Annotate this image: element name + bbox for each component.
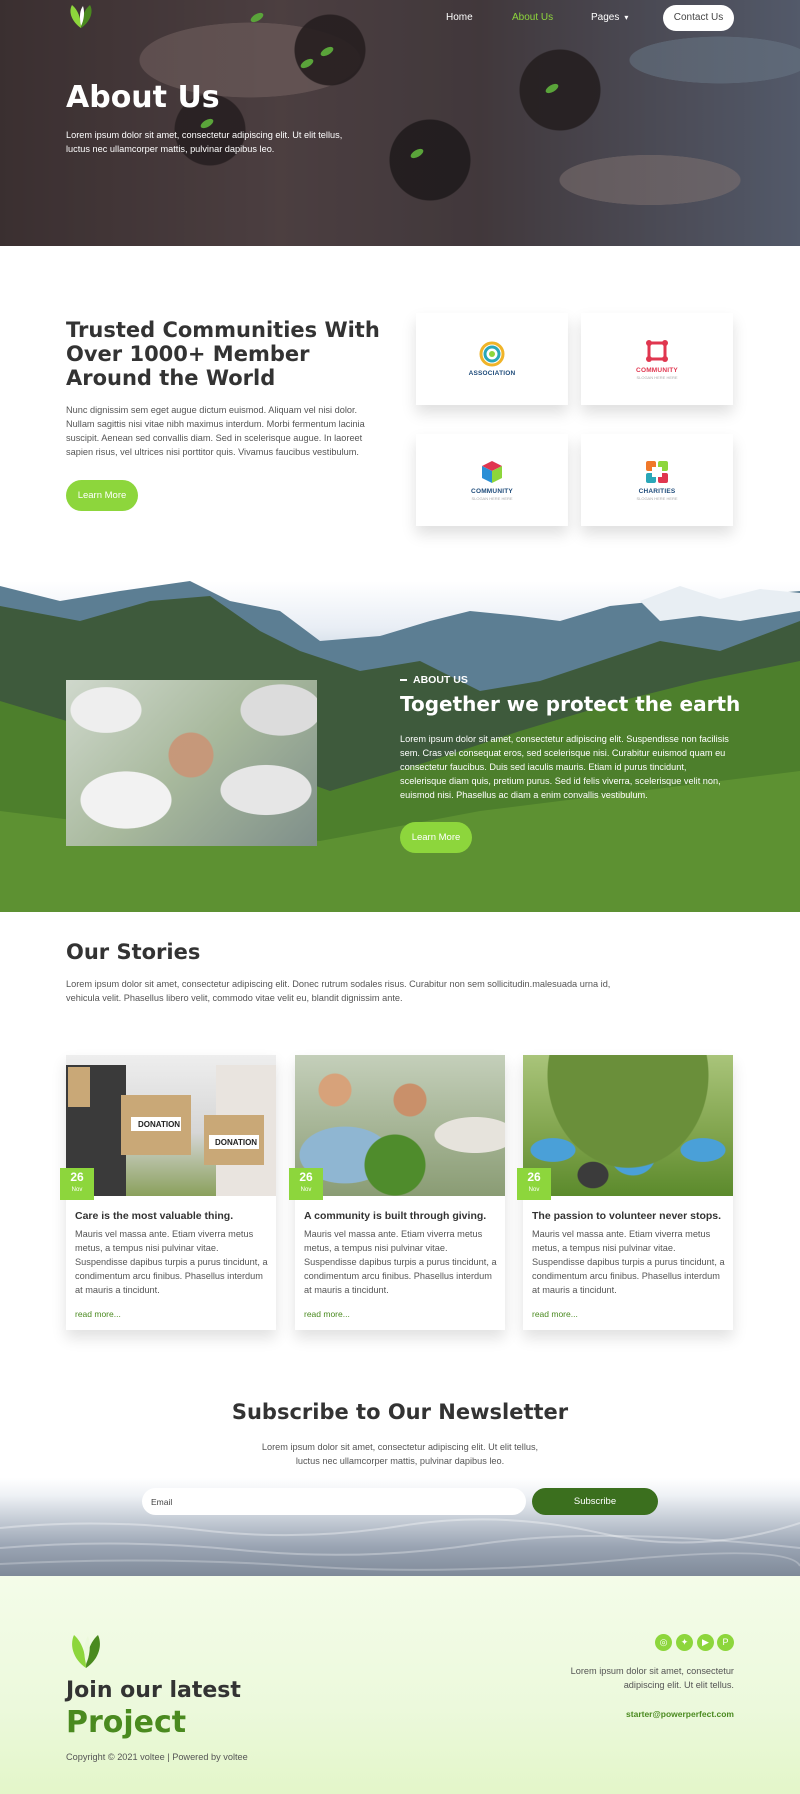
donation-photo: DONATION DONATION [66, 1055, 276, 1196]
leaf-logo-icon[interactable] [66, 2, 96, 30]
footer-heading-line1: Join our latest [66, 1678, 241, 1703]
association-logo-icon [479, 341, 505, 367]
card-text: Mauris vel massa ante. Etiam viverra met… [532, 1229, 725, 1295]
volunteers-photo [523, 1055, 733, 1196]
community-logo-icon [646, 340, 668, 362]
date-month: Nov [528, 1187, 540, 1193]
story-card[interactable]: 26 Nov A community is built through givi… [289, 1055, 505, 1330]
learn-more-button-2[interactable]: Learn More [400, 822, 472, 853]
youtube-icon[interactable]: ▶ [697, 1634, 714, 1651]
cube-logo-icon [482, 461, 502, 483]
dribbble-icon[interactable]: ◎ [655, 1634, 672, 1651]
date-badge: 26 Nov [517, 1168, 551, 1200]
footer-email-link[interactable]: starter@powerperfect.com [530, 1709, 734, 1719]
earth-text: Lorem ipsum dolor sit amet, consectetur … [400, 734, 729, 800]
donation-label: DONATION [138, 1120, 181, 1129]
leaf-decoration [319, 44, 335, 59]
nav-about[interactable]: About Us [512, 12, 553, 23]
planting-photo [295, 1055, 505, 1196]
date-month: Nov [71, 1187, 83, 1193]
date-badge: 26 Nov [289, 1168, 323, 1200]
partner-logo-charities[interactable]: CHARITIES SLOGAN HERE HERE [581, 434, 733, 526]
trusted-text: Nunc dignissim sem eget augue dictum eui… [66, 405, 365, 457]
nav-pages[interactable]: Pages ▾ [591, 12, 628, 23]
partner-logo-community-cube[interactable]: COMMUNITY SLOGAN HERE HERE [416, 434, 568, 526]
earth-title: Together we protect the earth [400, 692, 741, 716]
logo-name: COMMUNITY [471, 488, 513, 495]
card-title[interactable]: A community is built through giving. [304, 1210, 499, 1222]
email-input[interactable] [142, 1488, 526, 1515]
logo-name: CHARITIES [638, 488, 676, 495]
twitter-icon[interactable]: ✦ [676, 1634, 693, 1651]
trusted-title: Trusted Communities With Over 1000+ Memb… [66, 318, 380, 390]
story-card[interactable]: 26 Nov The passion to volunteer never st… [517, 1055, 733, 1330]
leaf-decoration [544, 81, 560, 96]
card-title[interactable]: Care is the most valuable thing. [75, 1210, 270, 1222]
read-more-link[interactable]: read more... [532, 1309, 578, 1319]
chevron-down-icon: ▾ [624, 13, 629, 22]
story-card[interactable]: DONATION DONATION 26 Nov Care is the mos… [60, 1055, 276, 1330]
footer-heading-line2: Project [66, 1705, 187, 1740]
footer-text: Lorem ipsum dolor sit amet, consectetur … [570, 1666, 734, 1690]
logo-name: ASSOCIATION [468, 370, 516, 377]
partner-logo-association[interactable]: ASSOCIATION [416, 313, 568, 405]
leaf-decoration [409, 146, 425, 161]
subscribe-button[interactable]: Subscribe [532, 1488, 658, 1515]
logo-tagline: SLOGAN HERE HERE [636, 375, 678, 380]
charities-logo-icon [646, 461, 668, 483]
main-nav: Home About Us Pages ▾ Contact Us [0, 0, 800, 36]
card-text: Mauris vel massa ante. Etiam viverra met… [304, 1229, 497, 1295]
nav-home[interactable]: Home [446, 12, 473, 23]
date-badge: 26 Nov [60, 1168, 94, 1200]
page-title: About Us [66, 80, 220, 115]
learn-more-button[interactable]: Learn More [66, 480, 138, 511]
contact-us-button[interactable]: Contact Us [663, 5, 734, 31]
read-more-link[interactable]: read more... [75, 1309, 121, 1319]
nav-pages-label: Pages [591, 12, 620, 23]
read-more-link[interactable]: read more... [304, 1309, 350, 1319]
footer-leaf-logo-icon[interactable] [66, 1630, 106, 1670]
newsletter-title: Subscribe to Our Newsletter [231, 1400, 569, 1424]
leaf-decoration [299, 56, 315, 71]
hero-section [0, 0, 800, 246]
dash-icon [400, 679, 407, 682]
logo-tagline: SLOGAN HERE HERE [471, 496, 513, 501]
logo-tagline: SLOGAN HERE HERE [636, 496, 678, 501]
date-day: 26 [299, 1170, 313, 1184]
stories-title: Our Stories [66, 940, 201, 964]
card-text: Mauris vel massa ante. Etiam viverra met… [75, 1229, 268, 1295]
stories-text: Lorem ipsum dolor sit amet, consectetur … [66, 979, 611, 1003]
partner-logo-community-red[interactable]: COMMUNITY SLOGAN HERE HERE [581, 313, 733, 405]
date-day: 26 [70, 1170, 84, 1184]
newsletter-text: Lorem ipsum dolor sit amet, consectetur … [261, 1442, 539, 1466]
donation-label: DONATION [215, 1138, 258, 1147]
date-day: 26 [527, 1170, 541, 1184]
copyright: Copyright © 2021 voltee | Powered by vol… [66, 1752, 248, 1762]
about-kicker: ABOUT US [400, 674, 468, 686]
pinterest-icon[interactable]: P [717, 1634, 734, 1651]
logo-name: COMMUNITY [636, 367, 678, 374]
team-hands-photo [66, 680, 317, 846]
about-kicker-label: ABOUT US [413, 674, 468, 686]
date-month: Nov [300, 1187, 312, 1193]
card-title[interactable]: The passion to volunteer never stops. [532, 1210, 727, 1222]
hero-subtitle: Lorem ipsum dolor sit amet, consectetur … [66, 130, 343, 154]
